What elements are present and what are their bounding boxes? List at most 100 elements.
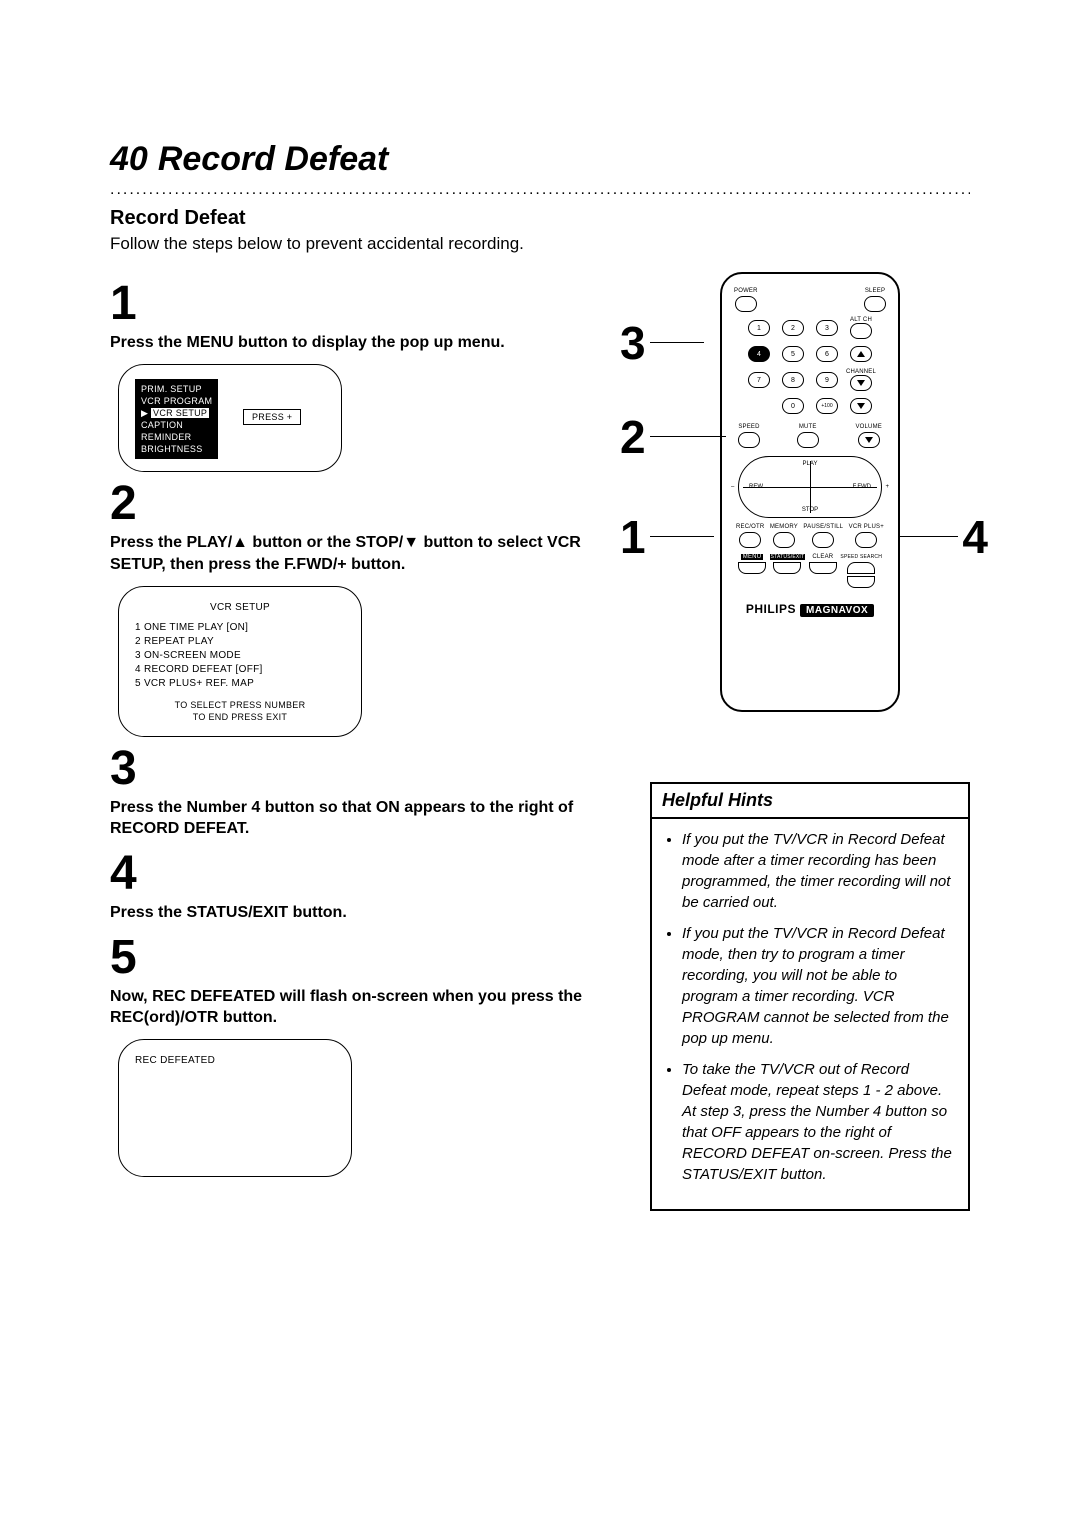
play-label: PLAY xyxy=(803,461,818,467)
section-heading: Record Defeat xyxy=(110,207,970,230)
num-9[interactable]: 9 xyxy=(816,372,838,388)
dotted-rule: ........................................… xyxy=(110,181,970,199)
chevron-down-icon xyxy=(857,403,865,409)
callout-4: 4 xyxy=(962,510,988,564)
speed-search-down-button[interactable] xyxy=(847,576,875,588)
power-button[interactable] xyxy=(735,296,757,312)
num-7[interactable]: 7 xyxy=(748,372,770,388)
hint-item: If you put the TV/VCR in Record Defeat m… xyxy=(682,923,954,1049)
osd1-item: REMINDER xyxy=(141,431,212,443)
osd2-list: 1 ONE TIME PLAY [ON] 2 REPEAT PLAY 3 ON-… xyxy=(135,621,345,691)
num-plus100[interactable]: +100 xyxy=(816,398,838,414)
osd2-row: 1 ONE TIME PLAY [ON] xyxy=(135,621,345,635)
osd1-item: VCR PROGRAM xyxy=(141,395,212,407)
speed-label: SPEED xyxy=(738,424,759,430)
osd1-press-tag: PRESS + xyxy=(243,409,301,426)
osd2-row: 5 VCR PLUS+ REF. MAP xyxy=(135,677,345,691)
intro-text: Follow the steps below to prevent accide… xyxy=(110,234,970,254)
step-2-text: Press the PLAY/▲ button or the STOP/▼ bu… xyxy=(110,532,610,575)
mute-button[interactable] xyxy=(797,432,819,448)
clear-label: CLEAR xyxy=(812,554,833,560)
speed-search-label: SPEED SEARCH xyxy=(840,554,882,560)
osd-popup-menu: PRIM. SETUP VCR PROGRAM ▶ VCR SETUP CAPT… xyxy=(118,364,342,473)
num-4[interactable]: 4 xyxy=(748,346,770,362)
step-3-text: Press the Number 4 button so that ON app… xyxy=(110,797,610,840)
page-title: Record Defeat xyxy=(158,140,389,179)
page-header: 40 Record Defeat xyxy=(110,140,970,179)
step-4-text: Press the STATUS/EXIT button. xyxy=(110,902,610,924)
callout-3: 3 xyxy=(620,316,646,370)
osd1-item: PRIM. SETUP xyxy=(141,383,212,395)
status-exit-button[interactable] xyxy=(773,562,801,574)
vcrplus-label: VCR PLUS+ xyxy=(849,524,884,530)
num-8[interactable]: 8 xyxy=(782,372,804,388)
vcr-plus-button[interactable] xyxy=(855,532,877,548)
remote-control: POWER SLEEP 1 2 3 ALT CH 4 xyxy=(720,272,900,712)
osd2-row: 2 REPEAT PLAY xyxy=(135,635,345,649)
channel-down-button[interactable] xyxy=(850,375,872,391)
menu-button[interactable] xyxy=(738,562,766,574)
page-number: 40 xyxy=(110,140,148,179)
num-3[interactable]: 3 xyxy=(816,320,838,336)
step-1-text: Press the MENU button to display the pop… xyxy=(110,332,610,354)
callout-2: 2 xyxy=(620,410,646,464)
speed-button[interactable] xyxy=(738,432,760,448)
stop-label: STOP xyxy=(802,507,818,513)
osd2-foot1: TO SELECT PRESS NUMBER xyxy=(135,699,345,712)
helpful-hints-box: Helpful Hints If you put the TV/VCR in R… xyxy=(650,782,970,1211)
memory-button[interactable] xyxy=(773,532,795,548)
hint-item: To take the TV/VCR out of Record Defeat … xyxy=(682,1059,954,1185)
sleep-button[interactable] xyxy=(864,296,886,312)
step-5-text: Now, REC DEFEATED will flash on-screen w… xyxy=(110,986,610,1029)
rew-label: REW xyxy=(749,484,763,490)
volume-label: VOLUME xyxy=(855,424,882,430)
chevron-down-icon xyxy=(865,437,873,443)
num-2[interactable]: 2 xyxy=(782,320,804,336)
status-exit-label: STATUS/EXIT xyxy=(770,554,806,560)
osd1-menu-block: PRIM. SETUP VCR PROGRAM ▶ VCR SETUP CAPT… xyxy=(135,379,218,460)
rec-label: REC/OTR xyxy=(736,524,764,530)
osd1-item: BRIGHTNESS xyxy=(141,443,212,455)
osd-rec-defeated: REC DEFEATED xyxy=(118,1039,352,1177)
rec-otr-button[interactable] xyxy=(739,532,761,548)
pause-still-button[interactable] xyxy=(812,532,834,548)
power-label: POWER xyxy=(734,288,758,294)
speed-search-up-button[interactable] xyxy=(847,562,875,574)
osd3-text: REC DEFEATED xyxy=(135,1054,335,1068)
remote-brand: PHILIPS MAGNAVOX xyxy=(734,602,886,616)
chevron-down-icon xyxy=(857,380,865,386)
num-1[interactable]: 1 xyxy=(748,320,770,336)
number-pad: 1 2 3 ALT CH 4 5 6 7 8 9 CHANNEL 0 xyxy=(734,318,886,416)
alt-ch-button[interactable] xyxy=(850,323,872,339)
mute-label: MUTE xyxy=(799,424,817,430)
osd2-title: VCR SETUP xyxy=(135,601,345,615)
osd2-row: 4 RECORD DEFEAT [OFF] xyxy=(135,663,345,677)
num-5[interactable]: 5 xyxy=(782,346,804,362)
plus-label: + xyxy=(885,484,889,490)
num-0[interactable]: 0 xyxy=(782,398,804,414)
ffwd-label: F.FWD xyxy=(853,484,871,490)
menu-label: MENU xyxy=(741,554,763,560)
hints-title: Helpful Hints xyxy=(652,784,968,819)
clear-button[interactable] xyxy=(809,562,837,574)
steps-column: 1 Press the MENU button to display the p… xyxy=(110,272,610,1211)
num-6[interactable]: 6 xyxy=(816,346,838,362)
osd1-item: ▶ VCR SETUP xyxy=(141,407,212,419)
channel-down2-button[interactable] xyxy=(850,398,872,414)
sleep-label: SLEEP xyxy=(865,288,885,294)
pause-label: PAUSE/STILL xyxy=(803,524,843,530)
brand-magnavox: MAGNAVOX xyxy=(800,604,874,617)
step-2-number: 2 xyxy=(110,480,610,528)
osd2-row: 3 ON-SCREEN MODE xyxy=(135,649,345,663)
manual-page: 40 Record Defeat .......................… xyxy=(0,0,1080,1271)
step-1-number: 1 xyxy=(110,280,610,328)
volume-button[interactable] xyxy=(858,432,880,448)
channel-up-button[interactable] xyxy=(850,346,872,362)
osd2-foot2: TO END PRESS EXIT xyxy=(135,711,345,724)
step-4-number: 4 xyxy=(110,850,610,898)
chevron-up-icon xyxy=(857,351,865,357)
brand-philips: PHILIPS xyxy=(746,602,796,616)
transport-ring[interactable]: PLAY STOP REW F.FWD – + xyxy=(738,456,882,518)
remote-column: 3 2 1 4 POWER SLEEP xyxy=(650,272,970,1211)
step-5-number: 5 xyxy=(110,934,610,982)
